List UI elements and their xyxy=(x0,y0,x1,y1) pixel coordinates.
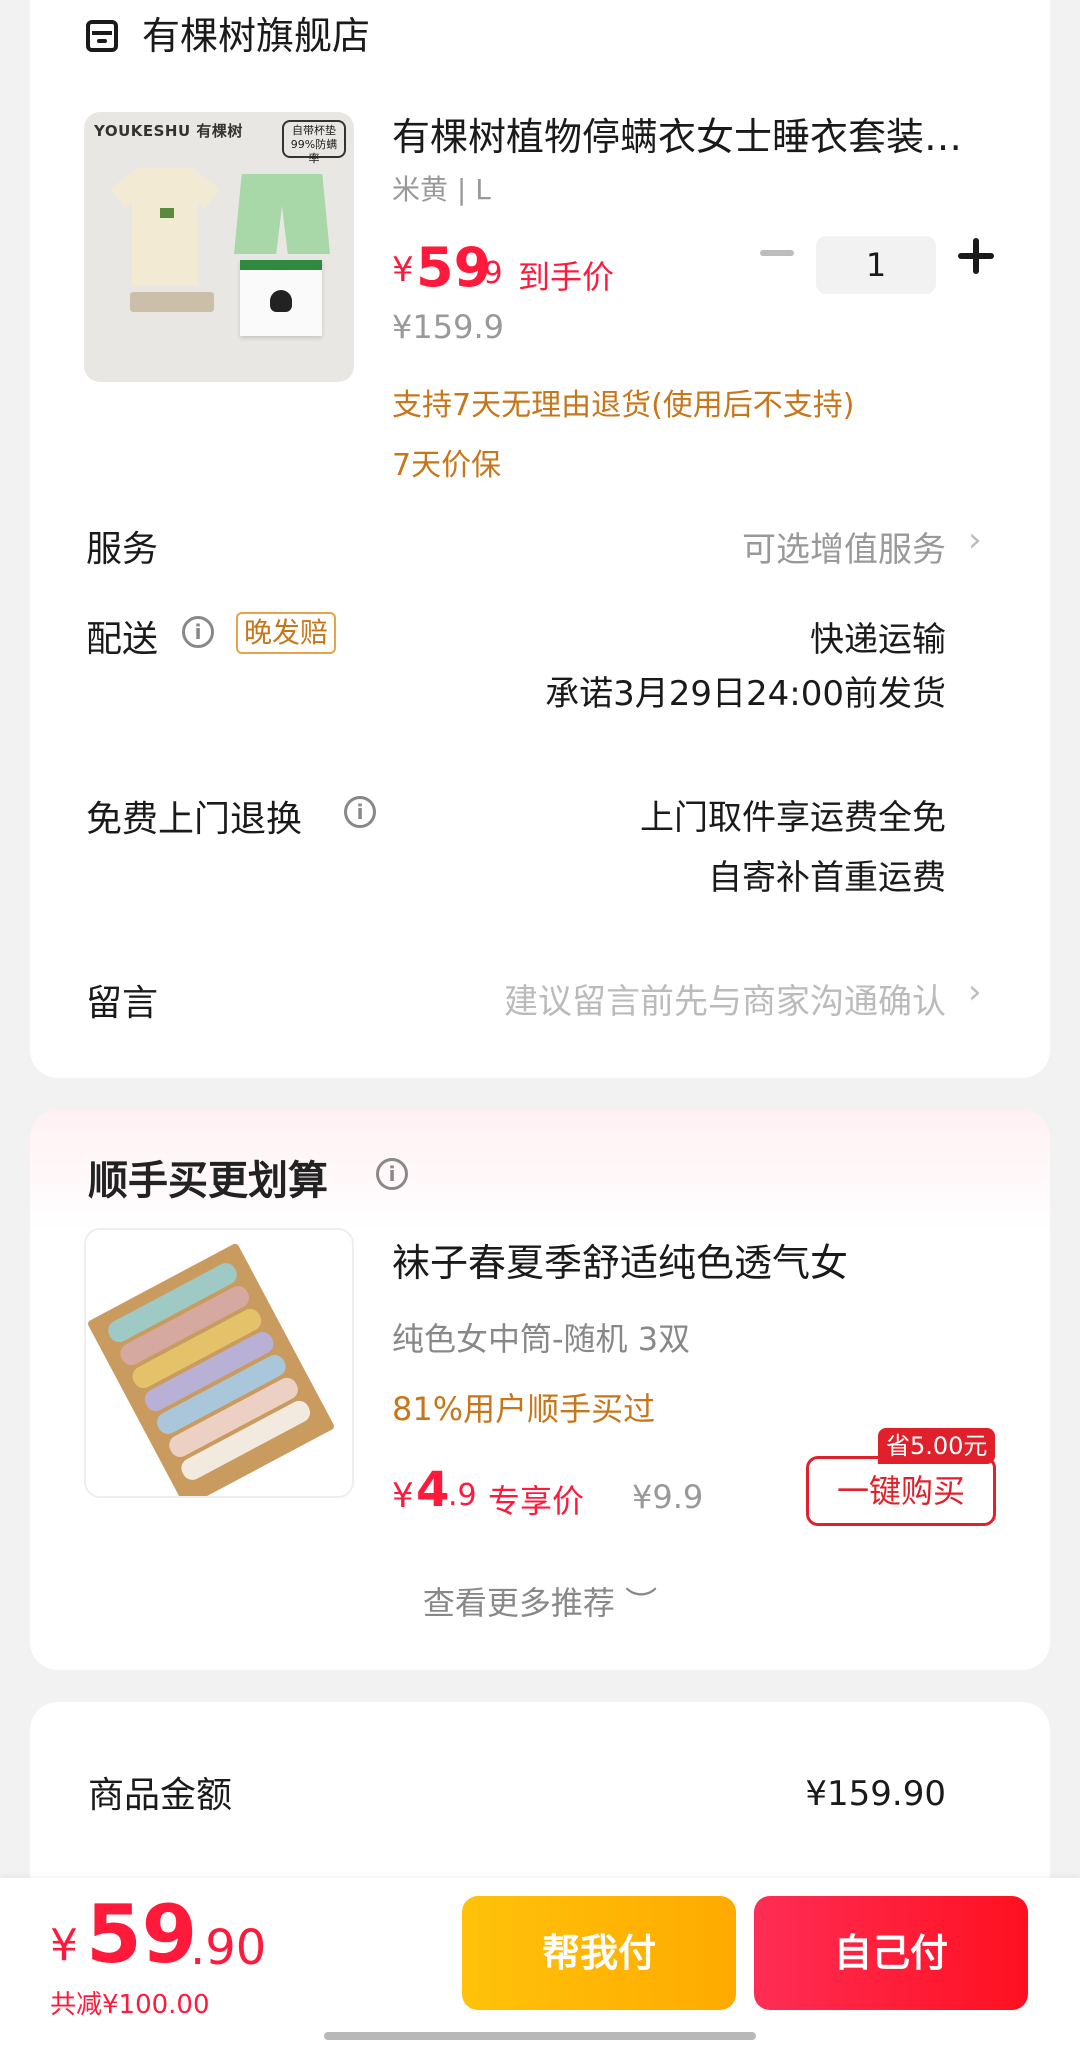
total-discount[interactable]: 共减¥100.00 xyxy=(50,1984,210,2021)
pay-myself-button[interactable]: 自己付 xyxy=(754,1896,1028,2010)
return-exchange-line1: 上门取件享运费全免 xyxy=(640,798,946,838)
label-graphic xyxy=(130,292,214,312)
info-icon[interactable]: i xyxy=(182,616,214,648)
addon-title[interactable]: 袜子春夏季舒适纯色透气女 xyxy=(392,1232,848,1287)
delivery-label: 配送 xyxy=(86,619,159,660)
product-image[interactable]: YOUKESHU 有棵树 自带杯垫 99%防螨率 xyxy=(84,112,354,382)
addon-price-integer: 4 xyxy=(416,1462,450,1518)
chevron-right-icon[interactable]: › xyxy=(968,972,982,1012)
help-me-pay-button[interactable]: 帮我付 xyxy=(462,1896,736,2010)
goods-amount-label: 商品金额 xyxy=(88,1775,233,1816)
late-compensation-badge: 晚发赔 xyxy=(236,612,337,654)
store-name[interactable]: 有棵树旗舰店 xyxy=(142,12,370,60)
total-decimal: .90 xyxy=(190,1920,267,1976)
service-label: 服务 xyxy=(86,529,159,570)
return-exchange-label: 免费上门退换 xyxy=(86,799,303,840)
see-more-recommendations-button[interactable]: 查看更多推荐 ︶ xyxy=(0,1578,1080,1624)
total-integer: 59 xyxy=(86,1888,198,1981)
addon-product-image[interactable] xyxy=(84,1228,354,1498)
sock-box-graphic xyxy=(86,1242,336,1496)
message-label: 留言 xyxy=(86,983,159,1024)
product-image-tag: 自带杯垫 99%防螨率 xyxy=(282,120,346,165)
addon-section-title: 顺手买更划算 xyxy=(88,1158,328,1204)
tshirt-logo-graphic xyxy=(160,208,174,218)
price-label: 到手价 xyxy=(518,258,615,296)
product-image-brand: YOUKESHU 有棵树 xyxy=(94,122,243,140)
store-icon xyxy=(86,20,118,52)
price-decimal: .9 xyxy=(474,256,503,291)
goods-amount-value: ¥159.90 xyxy=(805,1774,946,1814)
delivery-method: 快递运输 xyxy=(810,620,946,660)
tshirt-graphic xyxy=(110,168,220,286)
quantity-minus-button[interactable] xyxy=(760,250,794,256)
shorts-graphic xyxy=(234,174,330,254)
addon-original-price: ¥9.9 xyxy=(632,1478,704,1516)
price-symbol: ¥ xyxy=(392,250,414,290)
quantity-input[interactable]: 1 xyxy=(816,236,936,294)
club-icon xyxy=(270,290,292,312)
service-option[interactable]: 可选增值服务 xyxy=(742,522,946,571)
return-exchange-line2: 自寄补首重运费 xyxy=(708,858,946,898)
one-click-buy-button[interactable]: 一键购买 xyxy=(806,1456,996,1526)
addon-price-symbol: ¥ xyxy=(392,1476,414,1516)
original-price: ¥159.9 xyxy=(392,308,504,346)
save-badge: 省5.00元 xyxy=(878,1428,996,1464)
product-variant[interactable]: 米黄 | L xyxy=(392,168,491,208)
delivery-promise: 承诺3月29日24:00前发货 xyxy=(545,674,946,714)
addon-price-label: 专享价 xyxy=(488,1482,585,1520)
chevron-right-icon[interactable]: › xyxy=(968,520,982,560)
addon-bought-rate: 81%用户顺手买过 xyxy=(392,1390,656,1428)
addon-variant[interactable]: 纯色女中筒-随机 3双 xyxy=(392,1314,690,1360)
return-policy: 支持7天无理由退货(使用后不支持) xyxy=(392,388,855,423)
total-symbol: ¥ xyxy=(50,1920,78,1971)
price-protection: 7天价保 xyxy=(392,448,502,483)
info-icon[interactable]: i xyxy=(344,796,376,828)
quantity-plus-button[interactable] xyxy=(958,238,994,274)
addon-price-decimal: .9 xyxy=(448,1478,477,1513)
info-icon[interactable]: i xyxy=(376,1158,408,1190)
message-input[interactable]: 建议留言前先与商家沟通确认 xyxy=(504,974,946,1023)
product-title[interactable]: 有棵树植物停螨衣女士睡衣套装… xyxy=(392,112,992,162)
home-indicator[interactable] xyxy=(324,2032,756,2040)
